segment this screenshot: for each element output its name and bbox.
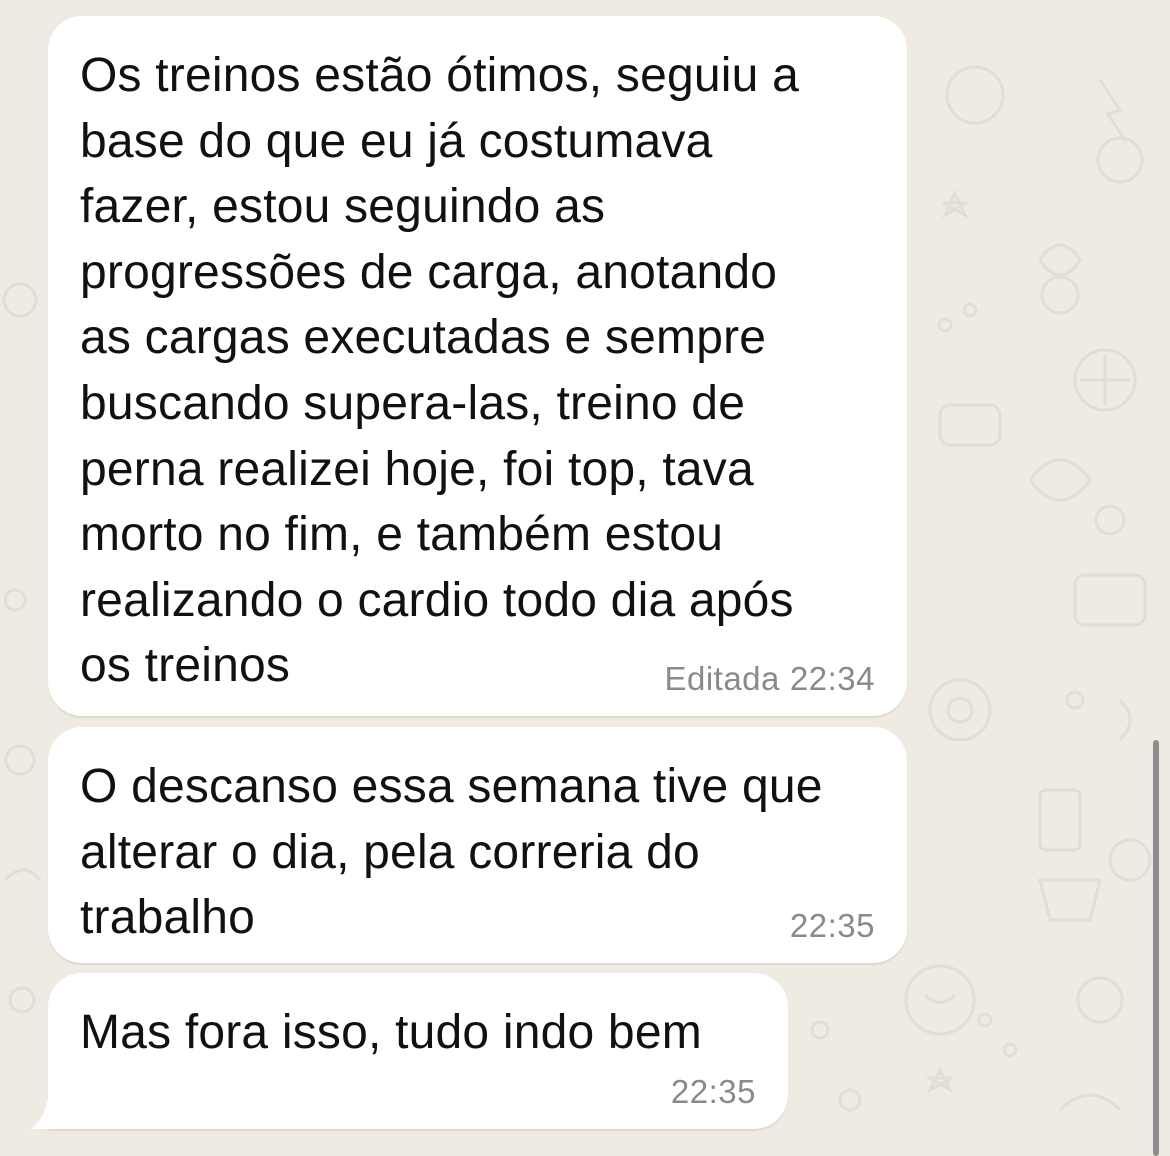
message-bubble[interactable]: Os treinos estão ótimos, seguiu a base d… (48, 16, 907, 716)
message-bubble[interactable]: O descanso essa semana tive que alterar … (48, 727, 907, 963)
edited-label: Editada (664, 660, 780, 697)
message-text: O descanso essa semana tive que alterar … (80, 760, 823, 945)
message-text: Os treinos estão ótimos, seguiu a base d… (80, 49, 799, 693)
message-bubble[interactable]: Mas fora isso, tudo indo bem 22:35 (48, 973, 788, 1129)
message-time: 22:34 (789, 660, 875, 697)
message-meta: Editada 22:34 (664, 660, 875, 698)
message-meta: 22:35 (790, 907, 875, 945)
scrollbar[interactable] (1153, 740, 1159, 1156)
message-time: 22:35 (789, 907, 875, 944)
message-meta: 22:35 (671, 1073, 756, 1111)
message-time: 22:35 (670, 1073, 756, 1110)
message-text: Mas fora isso, tudo indo bem (80, 1006, 702, 1059)
